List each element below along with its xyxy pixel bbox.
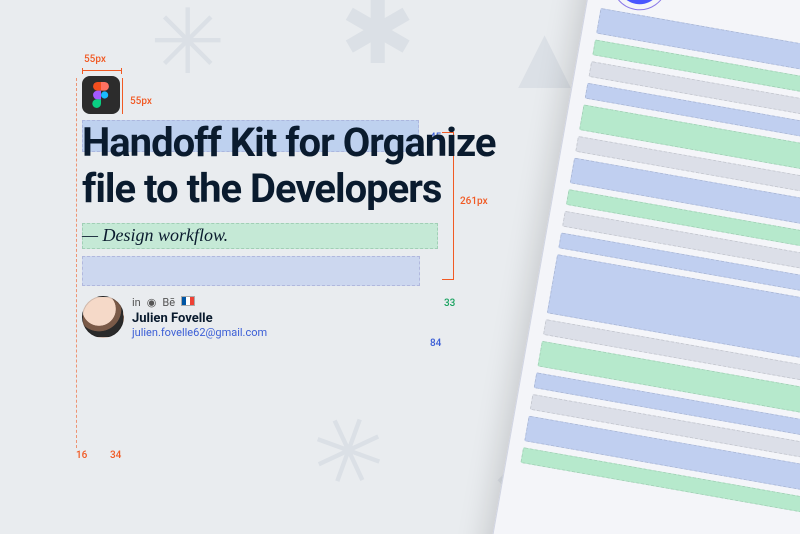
content-block: Handoff Kit for Organize file to the Dev…	[82, 76, 532, 339]
highlight-bar-spacer	[82, 256, 420, 286]
inspector-panel: I 48 12 8 10 16 14 60	[487, 0, 800, 534]
measurement-top-line	[82, 70, 122, 71]
selected-circle[interactable]	[614, 0, 665, 8]
measurement-bottom-a: 16	[76, 450, 87, 461]
social-icons: in ◉ Bē	[132, 296, 267, 309]
author-email[interactable]: julien.fovelle62@gmail.com	[132, 326, 267, 339]
measurement-top: 55px	[84, 54, 106, 65]
page-subtitle: — Design workflow.	[82, 223, 532, 248]
measurement-bottom-b: 34	[110, 450, 121, 461]
france-flag-icon	[181, 296, 195, 306]
avatar[interactable]	[82, 296, 124, 338]
page-title: Handoff Kit for Organize file to the Dev…	[82, 120, 532, 213]
figma-icon[interactable]	[82, 76, 120, 114]
measurement-spacer-bar: 84	[430, 338, 441, 349]
ruler-left	[76, 78, 77, 448]
dribbble-icon[interactable]: ◉	[147, 296, 157, 309]
figma-logo-svg	[92, 82, 110, 108]
author-row: in ◉ Bē Julien Fovelle julien.fovelle62@…	[82, 296, 532, 339]
author-name: Julien Fovelle	[132, 311, 267, 326]
bg-glyph: ✱	[340, 0, 415, 85]
linkedin-icon[interactable]: in	[132, 296, 141, 309]
bg-glyph: ✳	[294, 390, 401, 514]
behance-icon[interactable]: Bē	[162, 296, 175, 309]
